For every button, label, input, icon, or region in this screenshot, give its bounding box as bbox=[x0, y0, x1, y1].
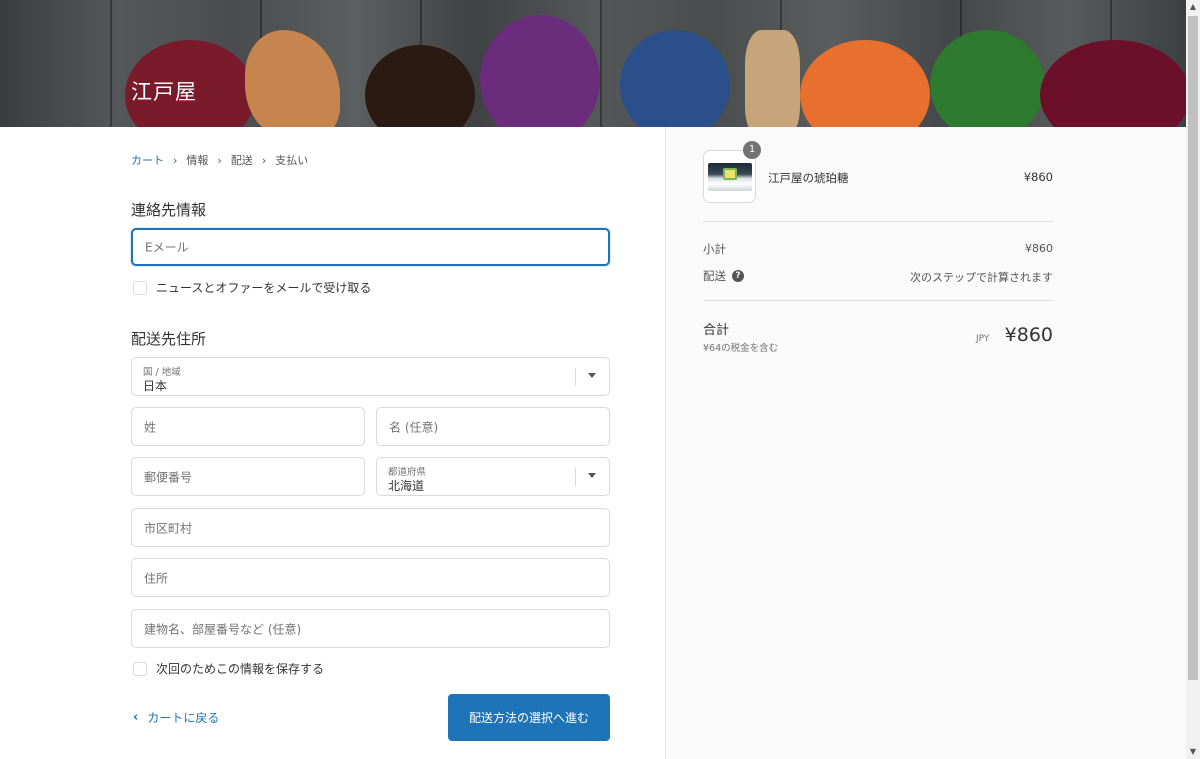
chevron-left-icon: ‹ bbox=[133, 710, 139, 725]
scroll-down-arrow-icon[interactable]: ▼ bbox=[1186, 745, 1200, 759]
contact-heading: 連絡先情報 bbox=[131, 201, 207, 219]
last-name-field[interactable]: 姓 bbox=[131, 407, 365, 446]
subtotal-value: ¥860 bbox=[1025, 242, 1053, 255]
breadcrumb-information: 情報 bbox=[186, 154, 209, 167]
total-value: ¥860 bbox=[1004, 324, 1053, 346]
scroll-up-arrow-icon[interactable]: ▲ bbox=[1186, 0, 1200, 14]
postal-code-placeholder: 郵便番号 bbox=[144, 470, 193, 484]
breadcrumb-separator-icon: › bbox=[261, 153, 267, 167]
breadcrumb-separator-icon: › bbox=[217, 153, 222, 167]
address-placeholder: 住所 bbox=[144, 571, 169, 585]
save-info-checkbox-box[interactable] bbox=[133, 661, 147, 676]
last-name-placeholder: 姓 bbox=[144, 420, 157, 434]
breadcrumb-separator-icon: › bbox=[173, 153, 178, 167]
scroll-thumb[interactable] bbox=[1188, 16, 1198, 680]
shipping-cost-label-text: 配送 bbox=[703, 269, 726, 283]
product-price: ¥860 bbox=[1023, 170, 1053, 184]
newsletter-checkbox-box[interactable] bbox=[133, 280, 147, 295]
shipping-heading: 配送先住所 bbox=[131, 330, 207, 348]
quantity-badge: 1 bbox=[743, 141, 761, 159]
building-placeholder: 建物名、部屋番号など (任意) bbox=[144, 622, 302, 636]
breadcrumb-payment: 支払い bbox=[275, 154, 309, 167]
chevron-down-icon[interactable] bbox=[588, 373, 596, 378]
newsletter-label: ニュースとオファーをメールで受け取る bbox=[156, 281, 372, 295]
shipping-cost-label: 配送 ? bbox=[703, 268, 744, 284]
subtotal-label: 小計 bbox=[703, 241, 726, 257]
breadcrumb: カート › 情報 › 配送 › 支払い bbox=[131, 152, 308, 168]
prefecture-select[interactable]: 都道府県 北海道 bbox=[376, 457, 610, 496]
tax-note: ¥64の税金を含む bbox=[703, 343, 779, 354]
postal-code-field[interactable]: 郵便番号 bbox=[131, 457, 365, 496]
prefecture-label: 都道府県 bbox=[388, 467, 427, 478]
divider bbox=[703, 300, 1053, 301]
subtotal-label-text: 小計 bbox=[703, 242, 726, 256]
email-placeholder: Eメール bbox=[145, 240, 189, 255]
shipping-cost-value: 次のステップで計算されます bbox=[910, 271, 1053, 284]
total-label: 合計 bbox=[703, 323, 730, 338]
chevron-down-icon[interactable] bbox=[588, 473, 596, 478]
prefecture-value: 北海道 bbox=[388, 479, 425, 493]
divider bbox=[703, 221, 1053, 222]
address-field[interactable]: 住所 bbox=[131, 558, 610, 597]
first-name-field[interactable]: 名 (任意) bbox=[376, 407, 610, 446]
help-icon[interactable]: ? bbox=[732, 270, 744, 282]
building-field[interactable]: 建物名、部屋番号など (任意) bbox=[131, 609, 610, 648]
save-info-label: 次回のためこの情報を保存する bbox=[156, 662, 325, 676]
continue-to-shipping-button[interactable]: 配送方法の選択へ進む bbox=[448, 694, 610, 741]
country-value: 日本 bbox=[143, 379, 168, 393]
newsletter-checkbox[interactable]: ニュースとオファーをメールで受け取る bbox=[133, 279, 371, 296]
header-banner: 江戸屋 bbox=[0, 0, 1186, 127]
breadcrumb-cart[interactable]: カート bbox=[131, 152, 164, 168]
product-name: 江戸屋の琥珀糖 bbox=[768, 171, 849, 185]
country-label: 国 / 地域 bbox=[143, 367, 181, 378]
first-name-placeholder: 名 (任意) bbox=[389, 420, 439, 434]
breadcrumb-shipping: 配送 bbox=[230, 154, 253, 167]
product-image bbox=[708, 163, 752, 191]
brand-logo[interactable]: 江戸屋 bbox=[131, 76, 197, 106]
city-placeholder: 市区町村 bbox=[144, 521, 193, 535]
city-field[interactable]: 市区町村 bbox=[131, 508, 610, 547]
email-field[interactable]: Eメール bbox=[131, 228, 610, 266]
page-scrollbar[interactable]: ▲ ▼ bbox=[1186, 0, 1200, 759]
currency-code: JPY bbox=[976, 334, 990, 344]
save-info-checkbox[interactable]: 次回のためこの情報を保存する bbox=[133, 660, 324, 677]
back-to-cart-label: カートに戻る bbox=[147, 711, 220, 725]
back-to-cart-link[interactable]: ‹ カートに戻る bbox=[133, 709, 219, 726]
country-select[interactable]: 国 / 地域 日本 bbox=[131, 357, 610, 396]
